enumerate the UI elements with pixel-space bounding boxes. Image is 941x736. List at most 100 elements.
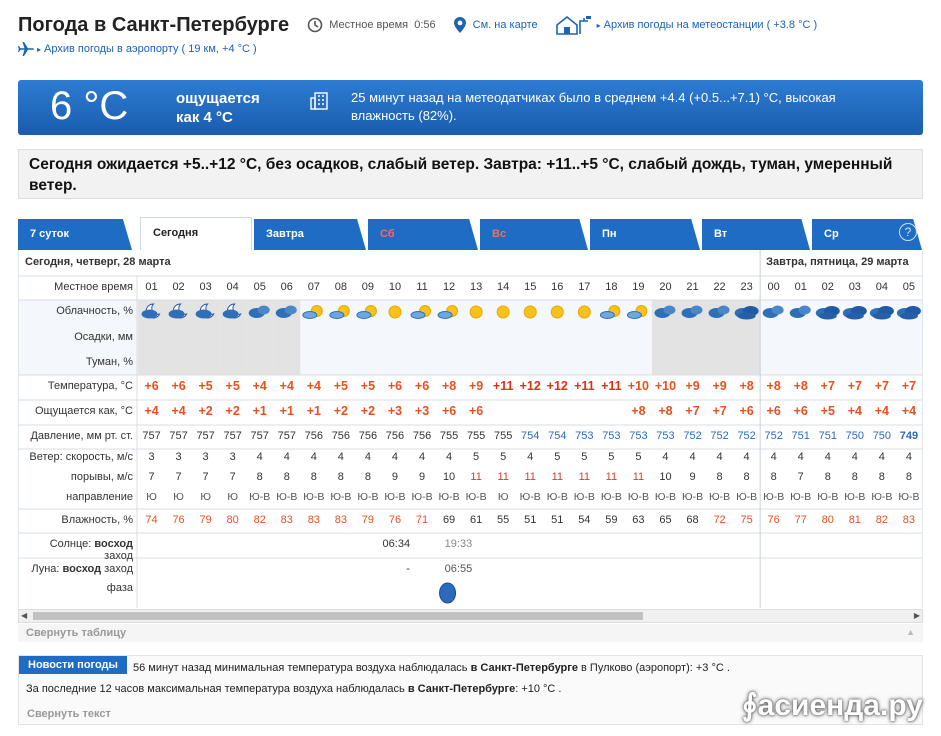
sunrise-time: 06:34 [382, 538, 411, 550]
dir-cell: Ю-В [573, 491, 595, 503]
gust-cell: 8 [256, 471, 263, 483]
tab-2[interactable]: Сегодня [140, 217, 252, 250]
hourly-table: Сегодня, четверг, 28 марта Завтра, пятниц… [18, 250, 923, 608]
hour-cell: 11 [416, 281, 428, 293]
humidity-cell: 79 [199, 514, 212, 526]
gust-cell: 7 [797, 471, 804, 483]
feels-cell: +4 [874, 404, 889, 418]
humidity-cell: 79 [361, 514, 375, 526]
gust-cell: 11 [551, 471, 563, 483]
feels-cell: +3 [414, 404, 430, 418]
gust-cell: 8 [364, 471, 371, 483]
pressure-cell: 757 [223, 430, 242, 442]
gust-cell: 11 [578, 471, 591, 483]
humidity-cell: 82 [875, 514, 888, 526]
collapse-table-button[interactable]: Свернуть таблицу ▲ [18, 624, 923, 642]
gust-cell: 10 [659, 471, 672, 483]
wind-cell: 4 [364, 451, 371, 463]
pressure-cell: 750 [872, 430, 892, 442]
label-wind: Ветер: скорость, м/с [29, 451, 133, 463]
temp-cell: +9 [685, 379, 700, 393]
wind-cell: 4 [391, 451, 399, 463]
help-icon[interactable]: ? [899, 223, 917, 241]
hour-cell: 19 [632, 281, 645, 293]
map-link[interactable]: См. на карте [453, 17, 538, 33]
dir-cell: Ю-В [844, 491, 866, 503]
dir-cell: Ю-В [871, 491, 893, 503]
scrollbar-thumb[interactable] [33, 612, 643, 620]
tab-7[interactable]: Вт [702, 219, 810, 250]
hour-cell: 06 [280, 281, 293, 293]
meteo-sensor-text: 25 минут назад на метеодатчиках было в с… [351, 90, 836, 123]
wind-cell: 5 [554, 451, 561, 463]
dir-cell: Ю-В [411, 491, 433, 503]
dir-cell: Ю-В [438, 491, 460, 503]
wind-cell: 4 [878, 451, 885, 463]
news-line-2: За последние 12 часов максимальная темпе… [26, 683, 562, 695]
cloud-icon-sun [496, 305, 510, 319]
hour-cell: 01 [145, 281, 158, 293]
gust-cell: 7 [202, 471, 209, 483]
feels-cell: +6 [441, 404, 457, 418]
humidity-cell: 76 [388, 514, 402, 526]
gust-cell: 11 [524, 471, 536, 483]
scroll-left-icon[interactable]: ◀ [21, 611, 27, 620]
gust-cell: 9 [689, 471, 696, 483]
wind-cell: 4 [851, 451, 858, 463]
label-moon: Луна: восход заход [31, 563, 133, 575]
temp-cell: +6 [171, 379, 186, 393]
tab-5[interactable]: Вс [480, 219, 588, 250]
dir-cell: Ю-В [519, 491, 541, 503]
feels-cell: +3 [387, 404, 403, 418]
humidity-cell: 75 [740, 514, 753, 526]
wind-cell: 4 [716, 451, 723, 463]
humidity-cell: 77 [794, 514, 807, 526]
temp-cell: +9 [712, 379, 727, 393]
scroll-right-icon[interactable]: ▶ [914, 611, 920, 620]
feels-cell: +7 [712, 404, 727, 418]
dir-cell: Ю [173, 491, 184, 503]
collapse-up-icon: ▲ [906, 627, 915, 637]
humidity-cell: 61 [469, 514, 483, 526]
hour-cell: 10 [388, 281, 402, 293]
dir-cell: Ю-В [790, 491, 812, 503]
pressure-cell: 750 [845, 430, 864, 442]
tab-4[interactable]: Сб [368, 219, 478, 250]
airplane-icon [18, 42, 34, 56]
feels-cell: +6 [739, 404, 754, 418]
label-pressure: Давление, мм рт. ст. [30, 430, 133, 442]
hour-cell: 12 [442, 281, 456, 293]
pressure-cell: 757 [196, 430, 215, 442]
pressure-cell: 755 [493, 430, 513, 442]
wind-cell: 5 [608, 451, 615, 463]
horizontal-scrollbar[interactable]: ◀ ▶ [18, 609, 923, 623]
news-line-1: 56 минут назад минимальная температура в… [133, 662, 730, 674]
archive-airport-link[interactable]: ▸ Архив погоды в аэропорту ( 19 км, +4 °… [18, 42, 257, 56]
archive-station-link[interactable]: ▸ Архив погоды на метеостанции ( +3.8 °С… [555, 15, 817, 35]
arrow-right-icon: ▸ [37, 44, 42, 54]
feels-cell: +4 [144, 404, 159, 418]
label-gust: порывы, м/с [70, 471, 133, 483]
hour-cell: 05 [253, 281, 266, 293]
forecast-summary: Сегодня ожидается +5..+12 °С, без осадко… [18, 149, 923, 199]
temp-cell: +5 [333, 379, 348, 393]
tab-6[interactable]: Пн [590, 219, 700, 250]
tab-3[interactable]: Завтра [254, 219, 366, 250]
dir-cell: Ю-В [384, 491, 406, 503]
cloud-icon-sun [523, 305, 537, 319]
hour-cell: 02 [172, 281, 185, 293]
wind-cell: 4 [337, 451, 344, 463]
hour-cell: 20 [659, 281, 672, 293]
collapse-text-button[interactable]: Свернуть текст [27, 708, 111, 720]
label-phase: фаза [106, 582, 133, 594]
temp-cell: +11 [574, 379, 595, 393]
temp-cell: +12 [519, 379, 541, 393]
gust-cell: 8 [743, 471, 750, 483]
pressure-cell: 754 [548, 430, 567, 442]
temp-cell: +6 [414, 379, 430, 393]
hour-cell: 13 [469, 281, 483, 293]
wind-cell: 4 [743, 451, 750, 463]
humidity-cell: 63 [632, 514, 645, 526]
tab-1[interactable]: 7 суток [18, 219, 132, 250]
pressure-cell: 757 [250, 430, 269, 442]
